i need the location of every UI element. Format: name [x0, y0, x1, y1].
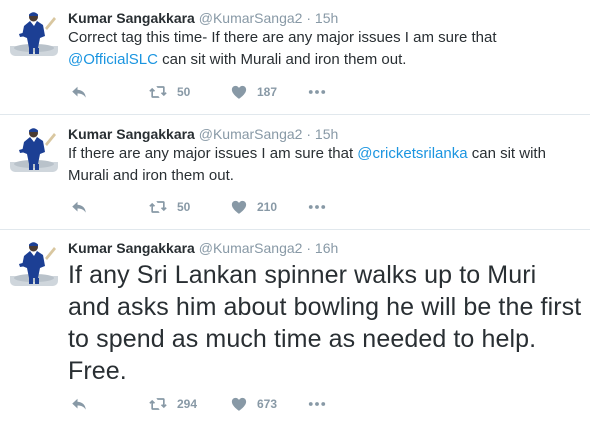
- like-button[interactable]: 187: [230, 82, 277, 102]
- more-icon: [307, 82, 327, 102]
- like-button[interactable]: 673: [230, 394, 277, 414]
- tweet-text: If there are any major issues I am sure …: [68, 143, 583, 187]
- tweet-header: Kumar Sangakkara @KumarSanga2 · 16h: [68, 239, 338, 257]
- like-icon: [230, 395, 248, 413]
- retweet-count: 50: [177, 200, 191, 214]
- separator: ·: [306, 126, 312, 142]
- reply-icon: [70, 395, 88, 413]
- more-icon: [307, 394, 327, 414]
- retweet-button[interactable]: 50: [148, 82, 190, 102]
- avatar-image: [10, 238, 58, 286]
- retweet-button[interactable]: 294: [148, 394, 197, 414]
- retweet-count: 294: [177, 397, 198, 411]
- more-button[interactable]: [307, 394, 327, 414]
- retweet-icon: [148, 82, 168, 102]
- tweet-header: Kumar Sangakkara @KumarSanga2 · 15h: [68, 125, 338, 143]
- tweet[interactable]: Kumar Sangakkara @KumarSanga2 · 16h If a…: [0, 230, 590, 424]
- tweet-text-part: can sit with Murali and iron them out.: [157, 51, 407, 68]
- author-name[interactable]: Kumar Sangakkara: [68, 10, 195, 26]
- like-count: 187: [257, 85, 278, 99]
- more-button[interactable]: [307, 82, 327, 102]
- avatar-image: [10, 124, 58, 172]
- tweet-text: Correct tag this time- If there are any …: [68, 27, 583, 71]
- timestamp[interactable]: 16h: [315, 240, 338, 256]
- more-button[interactable]: [307, 197, 327, 217]
- separator: ·: [306, 240, 312, 256]
- avatar-image: [10, 8, 58, 56]
- timestamp[interactable]: 15h: [315, 10, 338, 26]
- author-handle[interactable]: @KumarSanga2: [199, 10, 303, 26]
- retweet-count: 50: [177, 85, 191, 99]
- tweet-text-part: If there are any major issues I am sure …: [68, 145, 358, 162]
- timestamp[interactable]: 15h: [315, 126, 338, 142]
- author-handle[interactable]: @KumarSanga2: [199, 240, 303, 256]
- retweet-button[interactable]: 50: [148, 197, 190, 217]
- tweet[interactable]: Kumar Sangakkara @KumarSanga2 · 15h If t…: [0, 115, 590, 230]
- author-name[interactable]: Kumar Sangakkara: [68, 126, 195, 142]
- tweet[interactable]: Kumar Sangakkara @KumarSanga2 · 15h Corr…: [0, 0, 590, 115]
- avatar[interactable]: [10, 124, 58, 172]
- reply-icon: [70, 83, 88, 101]
- like-count: 673: [257, 397, 278, 411]
- like-count: 210: [257, 200, 278, 214]
- like-icon: [230, 83, 248, 101]
- reply-button[interactable]: [70, 82, 88, 102]
- avatar[interactable]: [10, 238, 58, 286]
- retweet-icon: [148, 197, 168, 217]
- reply-button[interactable]: [70, 394, 88, 414]
- separator: ·: [306, 10, 312, 26]
- mention-link[interactable]: @OfficialSLC: [68, 51, 158, 68]
- more-icon: [307, 197, 327, 217]
- tweet-text: If any Sri Lankan spinner walks up to Mu…: [68, 261, 582, 385]
- like-icon: [230, 198, 248, 216]
- avatar[interactable]: [10, 8, 58, 56]
- reply-button[interactable]: [70, 197, 88, 217]
- reply-icon: [70, 198, 88, 216]
- like-button[interactable]: 210: [230, 197, 277, 217]
- author-handle[interactable]: @KumarSanga2: [199, 126, 303, 142]
- tweet-text-part: Correct tag this time- If there are any …: [68, 29, 497, 46]
- author-name[interactable]: Kumar Sangakkara: [68, 240, 195, 256]
- retweet-icon: [148, 394, 168, 414]
- tweet-header: Kumar Sangakkara @KumarSanga2 · 15h: [68, 9, 338, 27]
- mention-link[interactable]: @cricketsrilanka: [357, 145, 467, 162]
